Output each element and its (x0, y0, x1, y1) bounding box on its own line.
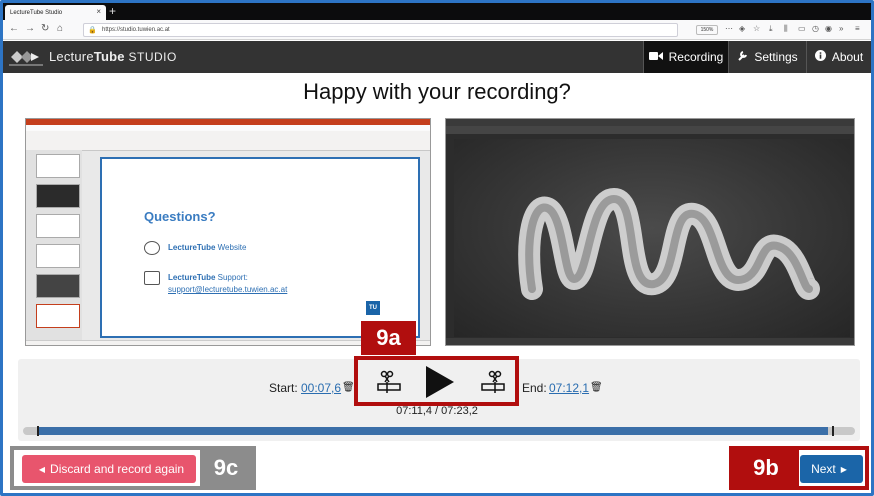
forward-icon[interactable]: → (25, 23, 35, 34)
website-rest: Website (215, 243, 247, 253)
nav-recording-label: Recording (668, 50, 724, 64)
trash-icon[interactable]: 🗑 (342, 382, 355, 393)
shield-icon[interactable]: ◈ (739, 24, 745, 33)
browser-tab[interactable]: LectureTube Studio × (5, 5, 106, 20)
trash-icon[interactable]: 🗑 (590, 382, 603, 393)
end-label: End: (522, 381, 547, 395)
reload-icon[interactable]: ↻ (41, 23, 49, 34)
sidebar-icon[interactable]: ▭ (798, 24, 806, 33)
info-icon (814, 50, 826, 64)
nav-recording[interactable]: Recording (643, 41, 728, 73)
overflow-icon[interactable]: » (839, 24, 843, 33)
home-icon[interactable]: ⌂ (57, 23, 63, 34)
tu-logo: TU (366, 301, 380, 315)
cut-end-marker[interactable] (832, 426, 834, 436)
website-bold: LectureTube (168, 243, 216, 253)
app-header: LectureTube STUDIO Recording Settings Ab… (3, 41, 871, 73)
new-tab-icon[interactable]: + (109, 4, 116, 18)
library-icon[interactable]: ⫼ (784, 24, 788, 34)
browser-window: LectureTube Studio × + ← → ↻ ⌂ 🔒 https:/… (0, 0, 874, 496)
start-label: Start: (269, 381, 298, 395)
nav-about[interactable]: About (806, 41, 871, 73)
display-preview: Questions? LectureTube Website LectureTu… (25, 118, 431, 346)
brand-prefix: Lecture (49, 49, 94, 64)
nav-settings-label: Settings (754, 50, 798, 64)
lock-icon: 🔒 (88, 27, 97, 34)
callout-9b: 9b (733, 450, 799, 486)
account-icon[interactable]: ◉ (825, 24, 832, 33)
slide-support-row: LectureTube Support: (144, 271, 248, 285)
end-time-link[interactable]: 07:12,1 (549, 381, 589, 395)
ppt-thumbnails (26, 150, 82, 340)
slide-heading: Questions? (144, 209, 216, 224)
tab-strip: LectureTube Studio × + (3, 3, 871, 20)
video-camera-icon (648, 51, 663, 64)
next-label: Next (811, 462, 836, 476)
chalkboard-image (454, 139, 850, 337)
timeline-scrubber[interactable] (23, 426, 855, 436)
discard-button[interactable]: ◀ Discard and record again (22, 455, 196, 483)
globe-icon (144, 241, 160, 255)
gimp-titlebar (446, 119, 854, 126)
callout-9a: 9a (361, 321, 416, 355)
timeline-progress (38, 427, 829, 435)
camera-preview (445, 118, 855, 346)
page-title: Happy with your recording? (303, 79, 571, 104)
brand-bold: Tube (93, 49, 125, 64)
playback-controls (354, 356, 519, 406)
support-email: support@lecturetube.tuwien.ac.at (168, 285, 288, 294)
cut-start-marker[interactable] (37, 426, 39, 436)
chalk-scribble (518, 188, 820, 300)
chevron-left-icon: ◀ (38, 464, 46, 474)
gimp-menubar (446, 126, 854, 134)
envelope-icon (144, 271, 160, 285)
zoom-level[interactable]: 150% (696, 25, 718, 35)
ppt-ribbon (26, 131, 430, 151)
nav-about-label: About (831, 50, 864, 64)
back-icon[interactable]: ← (9, 23, 19, 34)
gimp-statusbar (446, 338, 854, 345)
lecturetube-logo-icon (9, 51, 43, 66)
next-button[interactable]: Next ▶ (800, 455, 863, 483)
play-icon[interactable] (426, 366, 454, 398)
browser-toolbar: ← → ↻ ⌂ 🔒 https://studio.tuwien.ac.at 15… (3, 20, 871, 40)
nav-settings[interactable]: Settings (728, 41, 806, 73)
start-time-link[interactable]: 00:07,6 (301, 381, 341, 395)
discard-highlight: ◀ Discard and record again 9c (10, 446, 256, 490)
cut-end-icon[interactable] (480, 370, 506, 394)
wrench-icon (737, 50, 748, 64)
cut-start-icon[interactable] (376, 370, 402, 394)
url-text: https://studio.tuwien.ac.at (102, 27, 170, 33)
close-icon[interactable]: × (96, 7, 101, 16)
support-bold: LectureTube (168, 273, 216, 283)
brand-name: LectureTube STUDIO (49, 49, 177, 64)
callout-9c: 9c (200, 450, 252, 486)
download-icon[interactable]: ⤓ (769, 24, 773, 34)
slide-website-row: LectureTube Website (144, 241, 246, 255)
url-bar[interactable]: 🔒 https://studio.tuwien.ac.at (83, 23, 678, 37)
bookmark-star-icon[interactable]: ☆ (753, 24, 760, 33)
chevron-right-icon: ▶ (840, 464, 847, 474)
clock-icon[interactable]: ◷ (812, 24, 819, 33)
next-highlight: 9b Next ▶ (729, 446, 869, 490)
menu-icon[interactable]: ≡ (855, 24, 860, 33)
timecode: 07:11,4 / 07:23,2 (396, 405, 478, 417)
more-icon[interactable]: ⋯ (725, 24, 733, 33)
discard-label: Discard and record again (50, 462, 185, 476)
brand-suffix: STUDIO (124, 50, 177, 64)
tab-title: LectureTube Studio (10, 9, 63, 16)
support-rest: Support: (215, 273, 248, 283)
